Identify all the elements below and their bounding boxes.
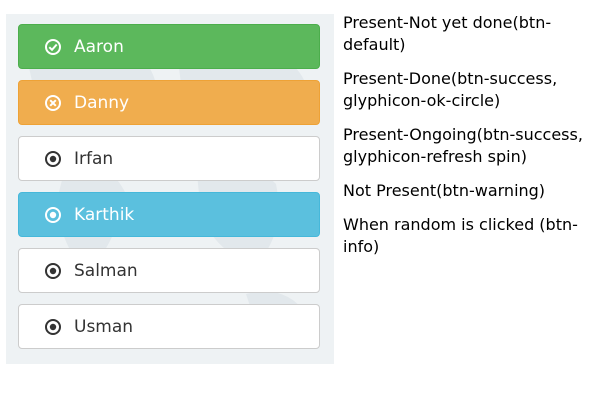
record-icon	[44, 206, 62, 224]
record-icon	[44, 318, 62, 336]
student-button-salman[interactable]: Salman	[18, 248, 320, 293]
student-name: Salman	[74, 260, 138, 281]
student-name: Karthik	[74, 204, 135, 225]
student-name: Danny	[74, 92, 130, 113]
record-icon	[44, 262, 62, 280]
legend-item-not-yet-done: Present-Not yet done(btn-default)	[343, 13, 552, 54]
ok-circle-icon	[44, 38, 62, 56]
legend-item-ongoing: Present-Ongoing(btn-success, glyphicon-r…	[343, 125, 583, 166]
student-button-danny[interactable]: Danny	[18, 80, 320, 125]
remove-circle-icon	[44, 94, 62, 112]
student-button-irfan[interactable]: Irfan	[18, 136, 320, 181]
student-name: Aaron	[74, 36, 124, 57]
legend-item-not-present: Not Present(btn-warning)	[343, 181, 546, 200]
legend-item-random: When random is clicked (btn-info)	[343, 215, 578, 256]
student-button-karthik[interactable]: Karthik	[18, 192, 320, 237]
student-button-usman[interactable]: Usman	[18, 304, 320, 349]
record-icon	[44, 150, 62, 168]
student-name: Usman	[74, 316, 134, 337]
status-legend: Present-Not yet done(btn-default) Presen…	[343, 12, 593, 270]
student-button-aaron[interactable]: Aaron	[18, 24, 320, 69]
legend-item-done: Present-Done(btn-success, glyphicon-ok-c…	[343, 69, 558, 110]
student-list-panel: Aaron Danny Irfan Karthik Salman Usman	[6, 14, 334, 364]
student-name: Irfan	[74, 148, 114, 169]
